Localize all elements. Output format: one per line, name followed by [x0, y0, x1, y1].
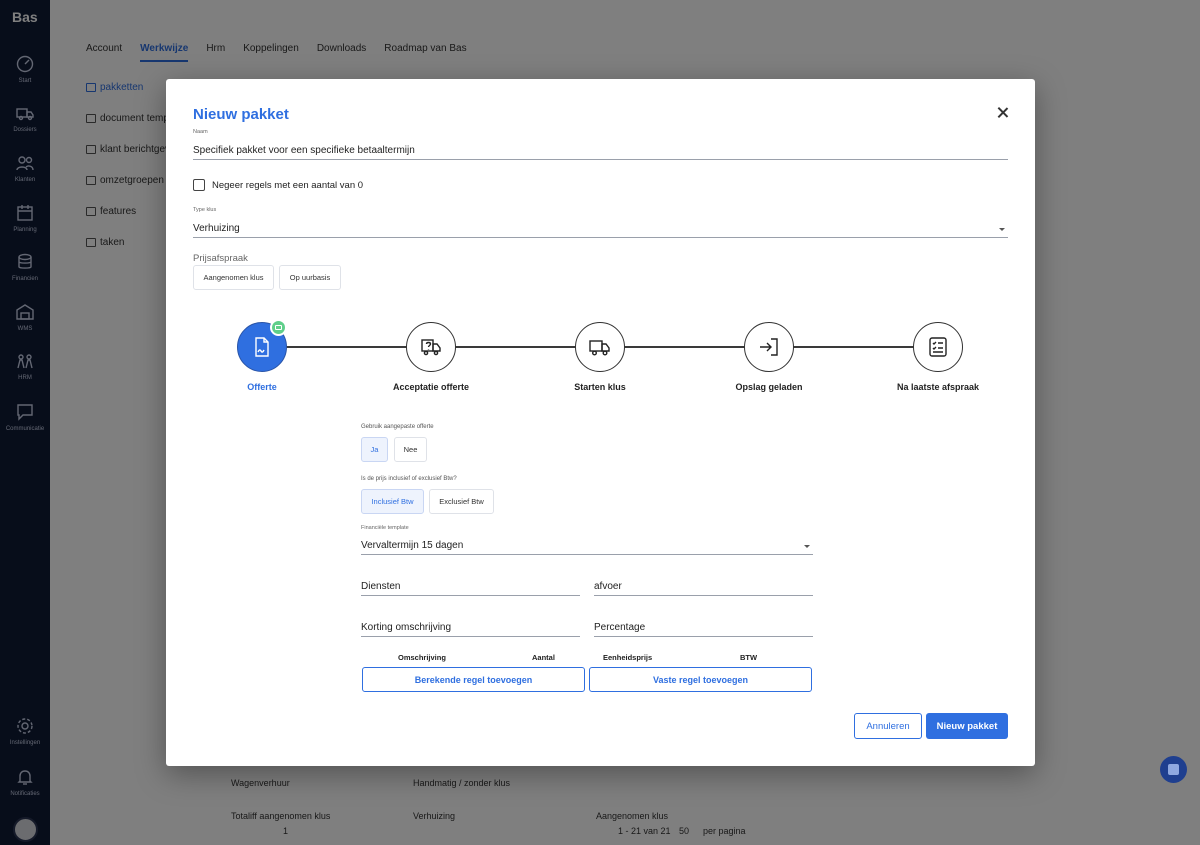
vat-question-label: Is de prijs inclusief of exclusief Btw? — [361, 476, 457, 482]
dialog-title: Nieuw pakket — [193, 106, 289, 123]
step-label-na-laatste: Na laatste afspraak — [896, 382, 980, 392]
truck-question-icon — [421, 339, 441, 356]
step-badge — [270, 319, 287, 336]
ignore-zero-rows-checkbox[interactable] — [193, 179, 205, 191]
column-header-btw: BTW — [740, 653, 758, 662]
add-calculated-row-button[interactable]: Berekende regel toevoegen — [362, 667, 585, 692]
ignore-zero-rows-label: Negeer regels met een aantal van 0 — [212, 179, 364, 191]
job-type-value: Verhuizing — [193, 223, 240, 234]
name-field[interactable]: Naam Specifiek pakket voor een specifiek… — [193, 129, 1008, 160]
step-label-acceptatie: Acceptatie offerte — [392, 382, 470, 392]
disposal-placeholder: afvoer — [594, 581, 622, 592]
sign-in-icon — [760, 338, 778, 356]
custom-quote-label: Gebruik aangepaste offerte — [361, 424, 434, 430]
column-header-aantal: Aantal — [532, 653, 555, 662]
create-package-button[interactable]: Nieuw pakket — [926, 713, 1008, 739]
step-label-offerte: Offerte — [247, 382, 277, 392]
job-type-label: Type klus — [193, 207, 217, 213]
vat-exclusive-option[interactable]: Exclusief Btw — [429, 489, 494, 514]
financial-template-value: Vervaltermijn 15 dagen — [361, 540, 464, 551]
job-type-select[interactable]: Type klus Verhuizing — [193, 207, 1008, 238]
column-header-omschrijving: Omschrijving — [398, 653, 446, 662]
new-package-dialog: Nieuw pakket Naam Specifiek pakket voor … — [166, 79, 1035, 766]
price-agreement-label: Prijsafspraak — [193, 253, 248, 264]
percentage-placeholder: Percentage — [594, 622, 646, 633]
financial-template-select[interactable]: Financiële template Vervaltermijn 15 dag… — [361, 525, 813, 555]
services-field[interactable]: Diensten — [361, 575, 580, 596]
cancel-button[interactable]: Annuleren — [854, 713, 922, 739]
chat-icon — [1168, 764, 1179, 775]
column-header-eenheidsprijs: Eenheidsprijs — [603, 653, 653, 662]
step-acceptatie-offerte[interactable] — [406, 322, 456, 372]
chevron-down-icon — [804, 545, 810, 548]
percentage-field[interactable]: Percentage — [594, 616, 813, 637]
step-starten-klus[interactable] — [575, 322, 625, 372]
custom-quote-yes[interactable]: Ja — [361, 437, 388, 462]
document-signature-icon — [255, 337, 269, 357]
add-fixed-row-button[interactable]: Vaste regel toevoegen — [589, 667, 812, 692]
disposal-field[interactable]: afvoer — [594, 575, 813, 596]
services-placeholder: Diensten — [361, 581, 401, 592]
ignore-zero-rows-option[interactable]: Negeer regels met een aantal van 0 — [193, 179, 363, 191]
price-option-uurbasis[interactable]: Op uurbasis — [279, 265, 341, 290]
financial-template-label: Financiële template — [361, 525, 409, 531]
step-na-laatste-afspraak[interactable] — [913, 322, 963, 372]
chevron-down-icon — [999, 228, 1005, 231]
discount-description-field[interactable]: Korting omschrijving — [361, 616, 580, 637]
step-label-opslag: Opslag geladen — [735, 382, 803, 392]
step-label-starten: Starten klus — [574, 382, 626, 392]
discount-description-placeholder: Korting omschrijving — [361, 622, 452, 633]
price-option-aangenomen[interactable]: Aangenomen klus — [193, 265, 274, 290]
close-icon[interactable] — [996, 106, 1010, 120]
document-icon — [275, 325, 282, 330]
custom-quote-no[interactable]: Nee — [394, 437, 427, 462]
name-label: Naam — [193, 129, 208, 135]
support-chat-button[interactable] — [1160, 756, 1187, 783]
checklist-icon — [929, 337, 947, 357]
vat-inclusive-option[interactable]: Inclusief Btw — [361, 489, 424, 514]
step-opslag-geladen[interactable] — [744, 322, 794, 372]
truck-icon — [589, 340, 610, 356]
name-value: Specifiek pakket voor een specifieke bet… — [193, 145, 415, 156]
